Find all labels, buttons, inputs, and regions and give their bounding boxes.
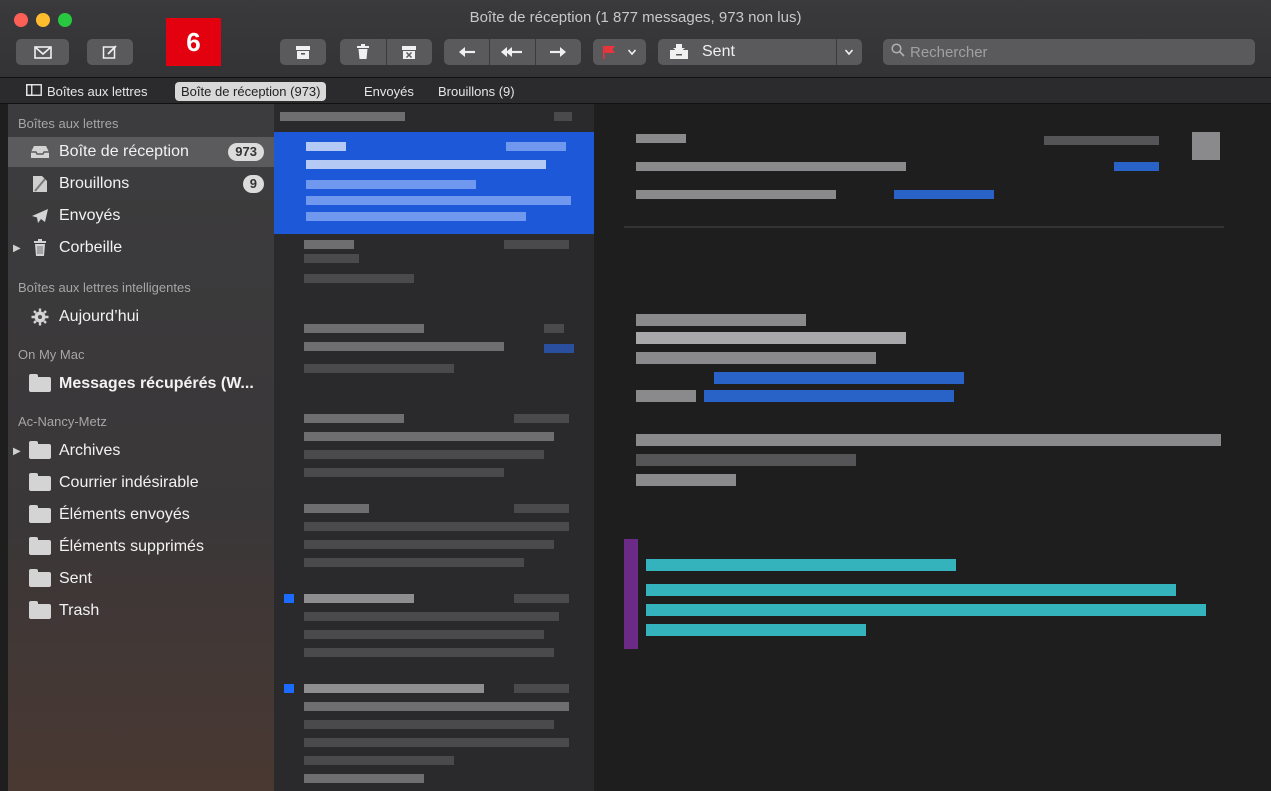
sidebar-item-inbox[interactable]: Boîte de réception 973	[8, 137, 274, 167]
folder-icon	[28, 472, 52, 492]
drafts-count-badge: 9	[242, 175, 264, 193]
reply-all-button[interactable]	[489, 39, 535, 65]
archive-button[interactable]	[280, 39, 326, 65]
junk-icon	[401, 45, 417, 60]
step-number-badge: 6	[166, 18, 221, 66]
gear-icon	[28, 308, 52, 326]
sidebar-item-trash[interactable]: ▶ Corbeille	[8, 233, 274, 263]
sidebar-item-label: Boîte de réception	[59, 143, 189, 160]
move-to-mailbox-button[interactable]: Sent	[658, 39, 862, 65]
delete-junk-segment	[340, 39, 432, 65]
list-item[interactable]	[274, 314, 594, 404]
reply-button[interactable]	[444, 39, 489, 65]
move-to-mailbox-icon	[669, 44, 689, 60]
list-item[interactable]	[274, 404, 594, 494]
sidebar-item-sent-items[interactable]: Éléments envoyés	[8, 500, 274, 530]
sidebar-item-label: Archives	[59, 442, 121, 459]
sidebar-item-drafts[interactable]: Brouillons 9	[8, 169, 274, 199]
disclosure-triangle-icon[interactable]: ▶	[13, 446, 21, 457]
junk-button[interactable]	[386, 39, 432, 65]
reply-icon	[458, 46, 476, 58]
archive-icon	[295, 45, 311, 60]
unread-count-badge: 973	[228, 143, 264, 161]
favorite-drafts[interactable]: Brouillons (9)	[432, 82, 521, 101]
folder-icon	[28, 504, 52, 524]
section-mailboxes-header[interactable]: Boîtes aux lettres	[18, 116, 118, 131]
list-item[interactable]	[274, 674, 594, 791]
unread-indicator	[284, 684, 294, 693]
sidebar: Boîtes aux lettres Boîte de réception 97…	[8, 104, 274, 791]
sidebar-toggle-icon	[26, 82, 42, 101]
list-item[interactable]	[274, 494, 594, 584]
section-on-my-mac-header[interactable]: On My Mac	[18, 347, 84, 362]
folder-icon	[28, 440, 52, 460]
search-icon	[891, 42, 905, 62]
search-box[interactable]	[883, 39, 1255, 65]
folder-icon	[28, 568, 52, 588]
forward-icon	[549, 46, 567, 58]
sidebar-item-label: Éléments envoyés	[59, 506, 190, 523]
delete-button[interactable]	[340, 39, 386, 65]
trash-icon	[28, 239, 52, 257]
move-to-label: Sent	[702, 43, 735, 60]
reply-all-icon	[501, 46, 523, 58]
sidebar-item-label: Aujourd’hui	[59, 308, 140, 325]
section-smart-mailboxes-header[interactable]: Boîtes aux lettres intelligentes	[18, 280, 191, 295]
list-item[interactable]	[274, 234, 594, 314]
chevron-down-icon	[627, 45, 637, 59]
mail-window: Boîte de réception (1 877 messages, 973 …	[0, 0, 1271, 791]
inbox-tray-icon	[28, 143, 52, 161]
get-mail-button[interactable]	[16, 39, 69, 65]
sidebar-item-label: Envoyés	[59, 207, 121, 224]
favorites-bar: Boîtes aux lettres Boîte de réception (9…	[0, 78, 1271, 104]
favorite-sent[interactable]: Envoyés	[358, 82, 420, 101]
compose-icon	[102, 44, 118, 60]
sidebar-item-label: Corbeille	[59, 239, 123, 256]
favorites-mailboxes-label: Boîtes aux lettres	[47, 84, 148, 99]
reply-segment	[444, 39, 581, 65]
trash-icon	[356, 44, 370, 60]
search-input[interactable]	[910, 43, 1240, 61]
drafts-icon	[28, 175, 52, 193]
section-account-header[interactable]: Ac-Nancy-Metz	[18, 414, 107, 429]
folder-icon	[28, 373, 52, 393]
disclosure-triangle-icon[interactable]: ▶	[13, 243, 21, 254]
sidebar-item-label: Brouillons	[59, 175, 130, 192]
compose-button[interactable]	[87, 39, 133, 65]
sidebar-item-label: Courrier indésirable	[59, 474, 199, 491]
folder-icon	[28, 536, 52, 556]
forward-button[interactable]	[535, 39, 581, 65]
sidebar-item-sent-folder[interactable]: Sent	[8, 564, 274, 594]
sidebar-item-deleted-items[interactable]: Éléments supprimés	[8, 532, 274, 562]
sidebar-item-archives[interactable]: ▶ Archives	[8, 436, 274, 466]
favorite-inbox[interactable]: Boîte de réception (973)	[175, 82, 327, 101]
flag-icon	[602, 45, 616, 59]
sidebar-item-today[interactable]: Aujourd’hui	[8, 302, 274, 332]
flag-button[interactable]	[593, 39, 646, 65]
sidebar-item-label: Trash	[59, 602, 100, 619]
sidebar-item-sent[interactable]: Envoyés	[8, 201, 274, 231]
envelope-icon	[33, 45, 52, 59]
sidebar-item-recovered-messages[interactable]: Messages récupérés (W...	[8, 369, 274, 399]
paper-plane-icon	[28, 207, 52, 225]
show-mailboxes-button[interactable]: Boîtes aux lettres	[20, 82, 153, 101]
titlebar: Boîte de réception (1 877 messages, 973 …	[0, 0, 1271, 78]
sidebar-item-trash-folder[interactable]: Trash	[8, 596, 274, 626]
unread-indicator	[284, 594, 294, 603]
sidebar-item-label: Messages récupérés (W...	[59, 375, 254, 392]
folder-icon	[28, 600, 52, 620]
message-list[interactable]	[274, 104, 594, 791]
sidebar-item-label: Éléments supprimés	[59, 538, 204, 555]
list-item[interactable]	[274, 104, 594, 132]
sidebar-item-label: Sent	[59, 570, 92, 587]
list-item[interactable]	[274, 132, 594, 234]
list-item[interactable]	[274, 584, 594, 674]
chevron-down-icon	[844, 45, 854, 59]
sidebar-item-junk[interactable]: Courrier indésirable	[8, 468, 274, 498]
message-viewer	[594, 104, 1271, 791]
